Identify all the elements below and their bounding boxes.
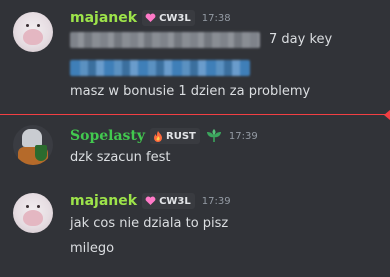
username[interactable]: majanek xyxy=(70,10,137,26)
user-avatar[interactable] xyxy=(13,193,53,233)
new-messages-marker xyxy=(384,110,390,120)
username[interactable]: majanek xyxy=(70,193,137,209)
redacted-key-link xyxy=(70,60,250,76)
user-avatar[interactable] xyxy=(13,12,53,52)
server-tag[interactable]: CW3L xyxy=(142,193,195,209)
message-header: majanek CW3L 17:39 xyxy=(70,191,231,211)
timestamp: 17:39 xyxy=(201,195,231,207)
server-tag-label: CW3L xyxy=(159,12,191,24)
username[interactable]: Sopelasty xyxy=(70,128,145,144)
heart-icon xyxy=(145,13,156,22)
avatar-shield xyxy=(35,145,47,161)
message-text: milego xyxy=(70,241,115,256)
user-avatar[interactable] xyxy=(13,125,53,165)
message-text: jak cos nie dziala to pisz xyxy=(70,216,229,231)
redacted-key xyxy=(70,32,260,48)
new-messages-divider xyxy=(0,114,390,115)
timestamp: 17:38 xyxy=(201,12,231,24)
message-text: masz w bonusie 1 dzien za problemy xyxy=(70,84,311,99)
server-tag[interactable]: CW3L xyxy=(142,10,195,26)
server-tag[interactable]: RUST xyxy=(150,128,200,144)
timestamp: 17:39 xyxy=(228,130,258,142)
message-text: 7 day key xyxy=(269,32,333,47)
fire-icon xyxy=(154,130,163,142)
heart-icon xyxy=(145,196,156,205)
leaf-icon[interactable] xyxy=(206,129,222,143)
server-tag-label: RUST xyxy=(166,130,196,142)
server-tag-label: CW3L xyxy=(159,195,191,207)
message-header: Sopelasty RUST 17:39 xyxy=(70,126,258,146)
message-header: majanek CW3L 17:38 xyxy=(70,8,231,28)
message-text: dzk szacun fest xyxy=(70,150,171,165)
